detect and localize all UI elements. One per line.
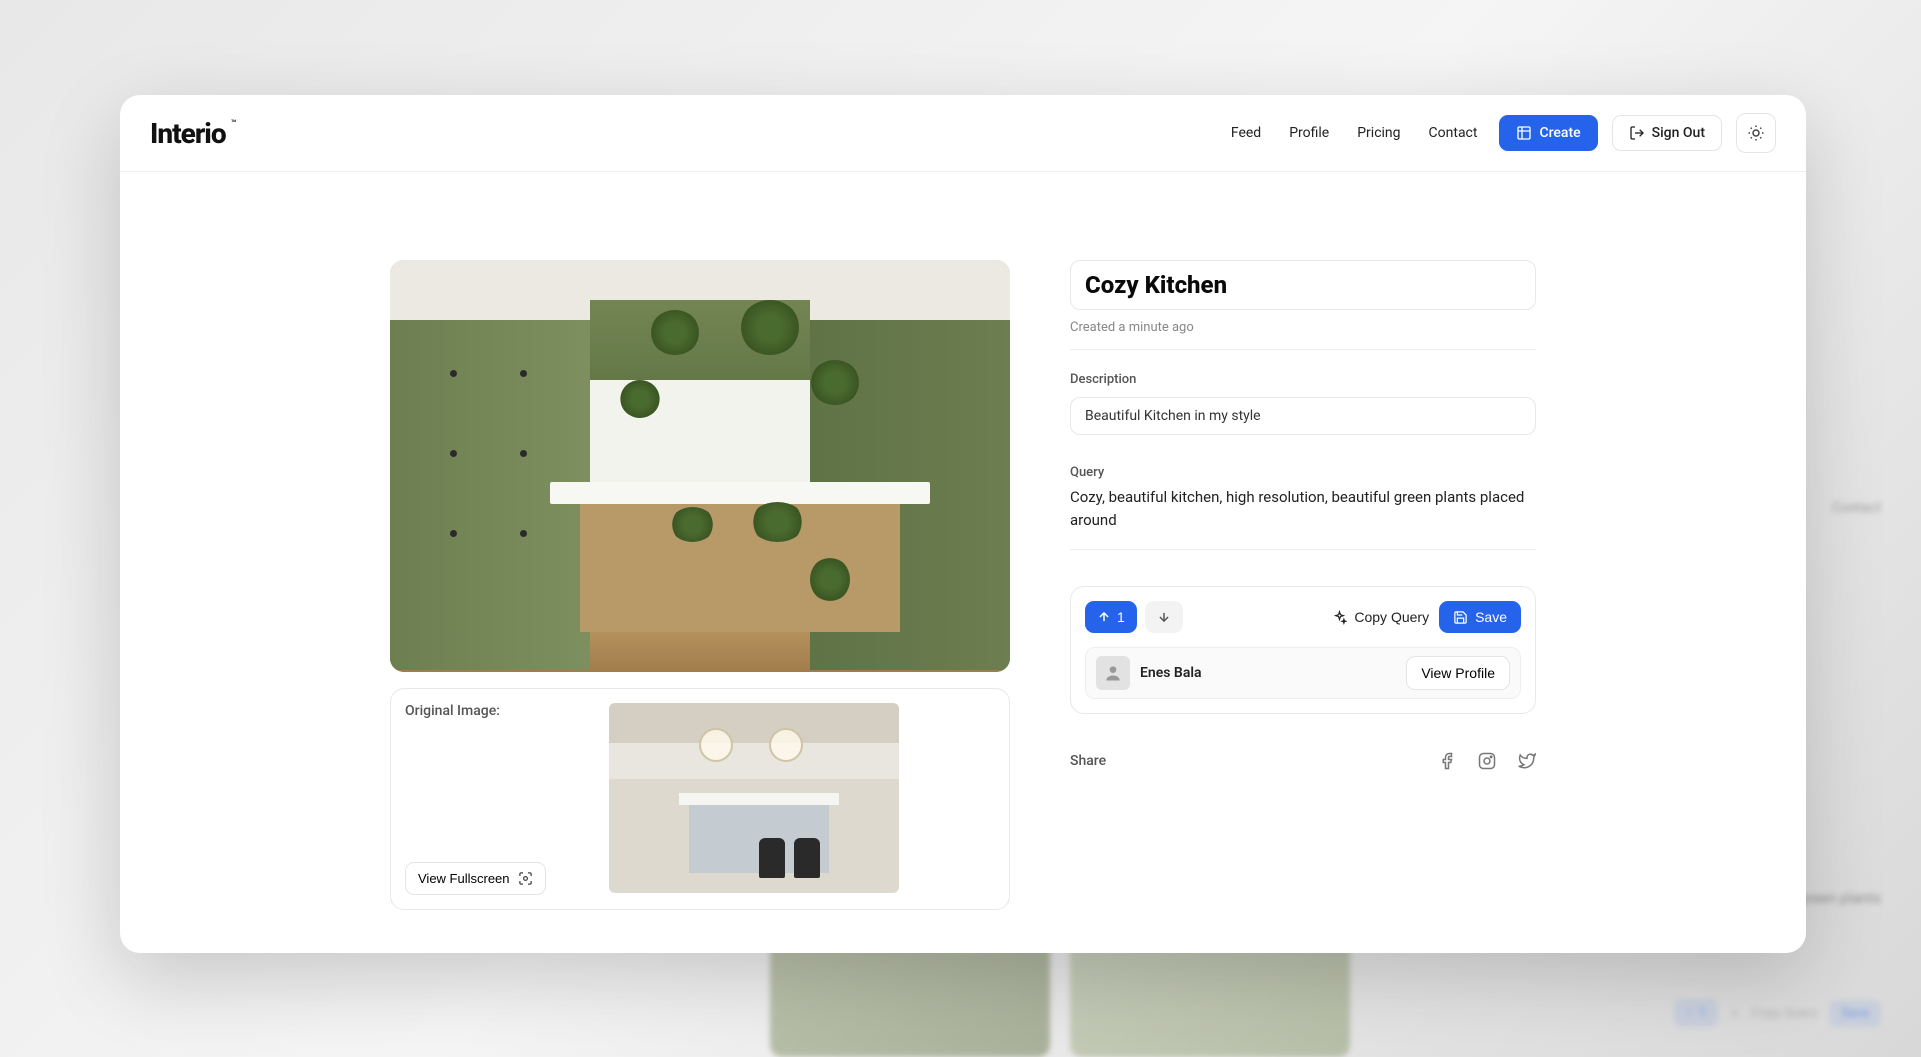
nav-links: Feed Profile Pricing Contact xyxy=(1231,125,1478,141)
nav-profile[interactable]: Profile xyxy=(1289,125,1329,141)
bg-upvote-chip: ↑ 1 xyxy=(1674,999,1718,1027)
query-text: Cozy, beautiful kitchen, high resolution… xyxy=(1070,486,1536,550)
nav-contact[interactable]: Contact xyxy=(1429,125,1478,141)
right-column: Cozy Kitchen Created a minute ago Descri… xyxy=(1070,260,1536,913)
copy-query-label: Copy Query xyxy=(1354,609,1429,625)
description-label: Description xyxy=(1070,372,1536,387)
bg-count: 1 xyxy=(1699,1006,1706,1021)
bg-nav-contact: Contact xyxy=(1832,500,1881,516)
sparkle-icon xyxy=(1332,610,1347,625)
sun-icon xyxy=(1747,124,1765,142)
upvote-button[interactable]: 1 xyxy=(1085,601,1137,633)
generated-image[interactable] xyxy=(390,260,1010,672)
user-row: Enes Bala View Profile xyxy=(1085,647,1521,699)
view-fullscreen-label: View Fullscreen xyxy=(418,871,510,886)
user-name: Enes Bala xyxy=(1140,665,1202,681)
arrow-down-icon xyxy=(1157,610,1171,624)
save-button[interactable]: Save xyxy=(1439,601,1521,633)
nav-pricing[interactable]: Pricing xyxy=(1357,125,1400,141)
bg-plus: + xyxy=(1730,1004,1739,1023)
instagram-icon[interactable] xyxy=(1478,752,1496,770)
facebook-icon[interactable] xyxy=(1438,752,1456,770)
signout-button[interactable]: Sign Out xyxy=(1612,115,1722,151)
action-card: 1 Copy Query xyxy=(1070,586,1536,714)
nav-feed[interactable]: Feed xyxy=(1231,125,1261,141)
downvote-button[interactable] xyxy=(1145,601,1183,633)
theme-toggle-button[interactable] xyxy=(1736,113,1776,153)
bg-copy: Copy Query xyxy=(1751,1006,1817,1021)
signout-label: Sign Out xyxy=(1652,125,1705,141)
kitchen-illustration xyxy=(390,260,1010,672)
content: Original Image: View Fullscreen xyxy=(120,172,1806,953)
bg-save-label: Save xyxy=(1841,1006,1869,1021)
bg-up-icon: ↑ xyxy=(1686,1005,1693,1021)
copy-query-button[interactable]: Copy Query xyxy=(1332,609,1429,625)
vote-group: 1 xyxy=(1085,601,1183,633)
twitter-icon[interactable] xyxy=(1518,752,1536,770)
arrow-up-icon xyxy=(1097,610,1111,624)
user-info: Enes Bala xyxy=(1096,656,1202,690)
modal: Interio Feed Profile Pricing Contact Cre… xyxy=(120,95,1806,953)
create-label: Create xyxy=(1539,125,1580,141)
upvote-count: 1 xyxy=(1117,609,1125,625)
header: Interio Feed Profile Pricing Contact Cre… xyxy=(120,95,1806,172)
action-right: Copy Query Save xyxy=(1332,601,1521,633)
timestamp: Created a minute ago xyxy=(1070,320,1536,350)
query-label: Query xyxy=(1070,465,1536,480)
logo[interactable]: Interio xyxy=(150,117,226,150)
bg-save-chip: Save xyxy=(1829,1000,1881,1027)
signout-icon xyxy=(1629,125,1645,141)
title-input[interactable]: Cozy Kitchen xyxy=(1070,260,1536,310)
nav: Feed Profile Pricing Contact Create Sign… xyxy=(1231,113,1776,153)
fullscreen-icon xyxy=(518,871,533,886)
left-column: Original Image: View Fullscreen xyxy=(390,260,1010,913)
description-input[interactable]: Beautiful Kitchen in my style xyxy=(1070,397,1536,435)
avatar xyxy=(1096,656,1130,690)
original-image-card: Original Image: View Fullscreen xyxy=(390,688,1010,910)
save-icon xyxy=(1453,610,1468,625)
bg-query-snippet: green plants xyxy=(1799,889,1881,907)
create-icon xyxy=(1516,125,1532,141)
share-row: Share xyxy=(1070,752,1536,770)
share-label: Share xyxy=(1070,753,1106,769)
share-icons xyxy=(1438,752,1536,770)
view-profile-button[interactable]: View Profile xyxy=(1406,656,1510,690)
create-button[interactable]: Create xyxy=(1499,115,1597,151)
action-row: 1 Copy Query xyxy=(1085,601,1521,633)
save-label: Save xyxy=(1475,609,1507,625)
original-image-thumbnail[interactable] xyxy=(609,703,899,893)
view-fullscreen-button[interactable]: View Fullscreen xyxy=(405,862,546,895)
